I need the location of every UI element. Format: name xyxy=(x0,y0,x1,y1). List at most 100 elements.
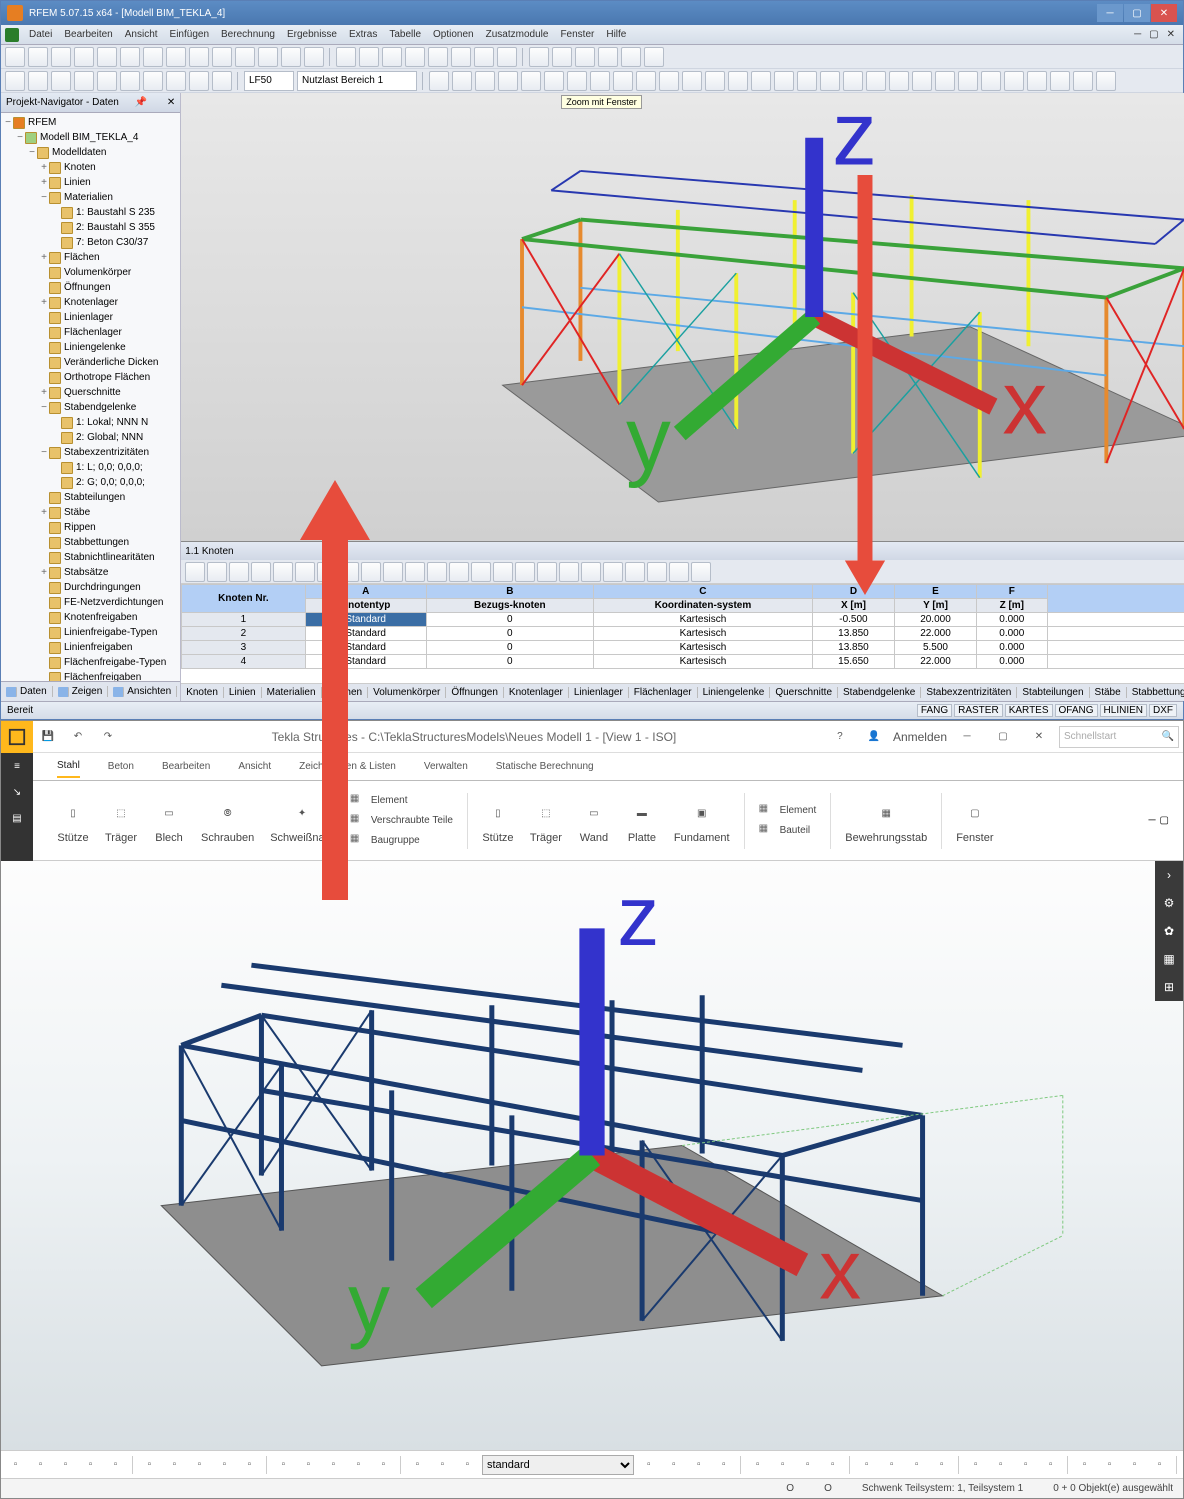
tree-item[interactable]: +Flächen xyxy=(3,250,178,265)
tree-item[interactable]: Flächenlager xyxy=(3,325,178,340)
tree-item[interactable]: −Modelldaten xyxy=(3,145,178,160)
toolbar-button[interactable] xyxy=(647,562,667,582)
table-tab[interactable]: Linienlager xyxy=(569,687,629,698)
toolbar-button[interactable] xyxy=(120,47,140,67)
toolbar-button[interactable] xyxy=(74,47,94,67)
ribbon-tab-5[interactable]: Verwalten xyxy=(424,756,468,777)
toolbar-button[interactable] xyxy=(644,47,664,67)
undo-icon[interactable]: ↶ xyxy=(63,722,93,752)
toolbar-button[interactable] xyxy=(575,47,595,67)
toolbar-button[interactable] xyxy=(471,562,491,582)
tk-close[interactable]: ✕ xyxy=(1023,725,1055,749)
bottom-tool[interactable]: ▫ xyxy=(189,1454,210,1476)
toolbar-button[interactable] xyxy=(636,71,656,91)
ribbon2-platte[interactable]: ▬Platte xyxy=(626,797,658,844)
bottom-tool[interactable]: ▫ xyxy=(348,1454,369,1476)
snap-kartes[interactable]: KARTES xyxy=(1005,704,1053,717)
toolbar-button[interactable] xyxy=(166,71,186,91)
toolbar-button[interactable] xyxy=(359,47,379,67)
table-tab[interactable]: Stabteilungen xyxy=(1017,687,1089,698)
toolbar-button[interactable] xyxy=(598,47,618,67)
tree-item[interactable]: Stabteilungen xyxy=(3,490,178,505)
toolbar-button[interactable] xyxy=(429,71,449,91)
bottom-tool[interactable]: ▫ xyxy=(139,1454,160,1476)
bottom-tool[interactable]: ▫ xyxy=(1015,1454,1036,1476)
toolbar-button[interactable] xyxy=(428,47,448,67)
toolbar-button[interactable] xyxy=(1073,71,1093,91)
table-tab[interactable]: Stabexzentrizitäten xyxy=(921,687,1017,698)
navigator-tree[interactable]: −RFEM −Modell BIM_TEKLA_4 −Modelldaten+K… xyxy=(1,113,180,681)
navigator-pin-icon[interactable]: 📌 xyxy=(135,97,147,108)
toolbar-button[interactable] xyxy=(912,71,932,91)
nav-tab-ansichten[interactable]: Ansichten xyxy=(108,686,177,697)
toolbar-button[interactable] xyxy=(212,71,232,91)
bottom-tool[interactable]: ▫ xyxy=(688,1454,709,1476)
tekla-logo[interactable] xyxy=(1,721,33,753)
toolbar-button[interactable] xyxy=(51,71,71,91)
toolbar-button[interactable] xyxy=(669,562,689,582)
menu-extras[interactable]: Extras xyxy=(343,29,383,40)
bottom-tool[interactable]: ▫ xyxy=(323,1454,344,1476)
menu-fenster[interactable]: Fenster xyxy=(554,29,600,40)
mdi-max[interactable]: ▢ xyxy=(1145,29,1162,40)
toolbar-button[interactable] xyxy=(590,71,610,91)
tree-item[interactable]: Linienfreigabe-Typen xyxy=(3,625,178,640)
snap-dxf[interactable]: DXF xyxy=(1149,704,1177,717)
toolbar-button[interactable] xyxy=(981,71,1001,91)
tree-item[interactable]: Orthotrope Flächen xyxy=(3,370,178,385)
toolbar-button[interactable] xyxy=(207,562,227,582)
bottom-tool[interactable]: ▫ xyxy=(906,1454,927,1476)
tree-item[interactable]: 2: Global; NNN xyxy=(3,430,178,445)
toolbar-button[interactable] xyxy=(5,71,25,91)
bottom-tool[interactable]: ▫ xyxy=(373,1454,394,1476)
bottom-tool[interactable]: ▫ xyxy=(298,1454,319,1476)
ribbon-tab-2[interactable]: Bearbeiten xyxy=(162,756,210,777)
toolbar-button[interactable] xyxy=(774,71,794,91)
toolbar-button[interactable] xyxy=(797,71,817,91)
toolbar-button[interactable] xyxy=(120,71,140,91)
save-icon[interactable]: 💾 xyxy=(33,722,63,752)
table-tab[interactable]: Knoten xyxy=(181,687,224,698)
toolbar-button[interactable] xyxy=(235,47,255,67)
tree-item[interactable]: 1: L; 0,0; 0,0,0; xyxy=(3,460,178,475)
tree-item[interactable]: Veränderliche Dicken xyxy=(3,355,178,370)
ribbon-tab-3[interactable]: Ansicht xyxy=(238,756,271,777)
bottom-tool[interactable]: ▫ xyxy=(105,1454,126,1476)
tree-item[interactable]: +Stabsätze xyxy=(3,565,178,580)
toolbar-button[interactable] xyxy=(621,47,641,67)
bottom-tool[interactable]: ▫ xyxy=(747,1454,768,1476)
bottom-tool[interactable]: ▫ xyxy=(214,1454,235,1476)
bottom-tool[interactable]: ▫ xyxy=(1040,1454,1061,1476)
snap-raster[interactable]: RASTER xyxy=(954,704,1003,717)
ribbon-blech[interactable]: ▭Blech xyxy=(153,797,185,844)
tree-item[interactable]: 1: Lokal; NNN N xyxy=(3,415,178,430)
tree-item[interactable]: Liniengelenke xyxy=(3,340,178,355)
toolbar-button[interactable] xyxy=(581,562,601,582)
toolbar-button[interactable] xyxy=(935,71,955,91)
toolbar-button[interactable] xyxy=(552,47,572,67)
help-icon[interactable]: ? xyxy=(825,722,855,752)
tk-maximize[interactable]: ▢ xyxy=(987,725,1019,749)
bottom-tool[interactable]: ▫ xyxy=(432,1454,453,1476)
bottom-tool[interactable]: ▫ xyxy=(638,1454,659,1476)
tekla-3d-viewport[interactable]: › ⚙ ✿ ▦ ⊞ x y xyxy=(1,861,1183,1450)
ribbon-tab-1[interactable]: Beton xyxy=(108,756,134,777)
toolbar-button[interactable] xyxy=(74,71,94,91)
close-button[interactable]: ✕ xyxy=(1151,4,1177,22)
toolbar-button[interactable] xyxy=(97,71,117,91)
minimize-button[interactable]: ─ xyxy=(1097,4,1123,22)
toolbar-button[interactable] xyxy=(521,71,541,91)
mdi-close[interactable]: ✕ xyxy=(1163,29,1179,40)
snap-hlinien[interactable]: HLINIEN xyxy=(1100,704,1147,717)
menu-optionen[interactable]: Optionen xyxy=(427,29,480,40)
quick-search[interactable]: Schnellstart🔍 xyxy=(1059,726,1179,748)
tree-item[interactable]: Rippen xyxy=(3,520,178,535)
ribbon-opt-icon[interactable]: ▢ xyxy=(1160,815,1169,826)
tree-item[interactable]: FE-Netzverdichtungen xyxy=(3,595,178,610)
toolbar-button[interactable] xyxy=(1050,71,1070,91)
menu-zusatzmodule[interactable]: Zusatzmodule xyxy=(480,29,555,40)
tree-item[interactable]: Flächenfreigabe-Typen xyxy=(3,655,178,670)
table-tab[interactable]: Querschnitte xyxy=(770,687,838,698)
bottom-tool[interactable]: ▫ xyxy=(239,1454,260,1476)
snap-fang[interactable]: FANG xyxy=(917,704,952,717)
